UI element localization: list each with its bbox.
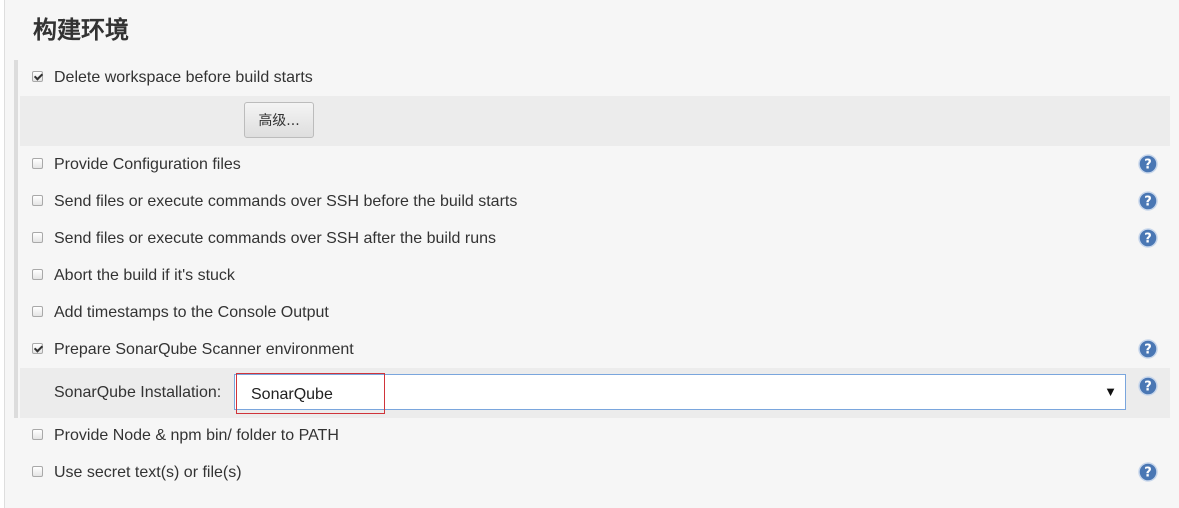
sonarqube-installation-select[interactable]: SonarQube ▼ (234, 374, 1126, 410)
option-delete-workspace[interactable]: Delete workspace before build starts (20, 60, 1170, 97)
checkbox[interactable] (32, 343, 43, 354)
svg-text:?: ? (1144, 343, 1152, 358)
option-label: Provide Node & npm bin/ folder to PATH (54, 427, 339, 444)
svg-text:?: ? (1144, 466, 1152, 481)
checkbox[interactable] (32, 429, 43, 440)
checkbox[interactable] (32, 195, 43, 206)
advanced-button[interactable]: 高级... (244, 102, 314, 138)
option-label: Send files or execute commands over SSH … (54, 193, 518, 210)
checkbox[interactable] (32, 71, 43, 82)
checkbox[interactable] (32, 158, 43, 169)
option-prepare-sonarqube[interactable]: Prepare SonarQube Scanner environment ? (20, 332, 1170, 369)
svg-text:?: ? (1144, 232, 1152, 247)
help-icon[interactable]: ? (1138, 376, 1158, 396)
sonarqube-installation-label: SonarQube Installation: (54, 384, 222, 401)
section-body-bar (14, 60, 18, 418)
help-icon[interactable]: ? (1138, 154, 1158, 174)
help-icon[interactable]: ? (1138, 228, 1158, 248)
checkbox[interactable] (32, 232, 43, 243)
chevron-down-icon[interactable]: ▼ (1104, 384, 1117, 399)
svg-text:?: ? (1144, 380, 1152, 395)
help-icon[interactable]: ? (1138, 462, 1158, 482)
sonarqube-installation-row: SonarQube Installation: SonarQube ▼ ? (20, 368, 1170, 418)
svg-text:?: ? (1144, 195, 1152, 210)
option-provide-node-npm[interactable]: Provide Node & npm bin/ folder to PATH (20, 418, 1170, 455)
option-abort-if-stuck[interactable]: Abort the build if it's stuck (20, 258, 1170, 295)
option-label: Provide Configuration files (54, 156, 241, 173)
option-label: Prepare SonarQube Scanner environment (54, 341, 354, 358)
advanced-row: 高级... (20, 96, 1170, 146)
help-icon[interactable]: ? (1138, 191, 1158, 211)
checkbox[interactable] (32, 306, 43, 317)
svg-text:?: ? (1144, 158, 1152, 173)
select-value: SonarQube (251, 386, 333, 403)
option-label: Send files or execute commands over SSH … (54, 230, 496, 247)
section-title: 构建环境 (33, 16, 129, 44)
option-add-timestamps[interactable]: Add timestamps to the Console Output (20, 295, 1170, 332)
option-ssh-after-build[interactable]: Send files or execute commands over SSH … (20, 221, 1170, 258)
option-ssh-before-build[interactable]: Send files or execute commands over SSH … (20, 184, 1170, 221)
checkbox[interactable] (32, 466, 43, 477)
option-label: Add timestamps to the Console Output (54, 304, 329, 321)
option-label: Abort the build if it's stuck (54, 267, 235, 284)
option-use-secret-text[interactable]: Use secret text(s) or file(s) ? (20, 455, 1170, 492)
help-icon[interactable]: ? (1138, 339, 1158, 359)
option-provide-config-files[interactable]: Provide Configuration files ? (20, 147, 1170, 184)
option-label: Use secret text(s) or file(s) (54, 464, 242, 481)
checkbox[interactable] (32, 269, 43, 280)
option-label: Delete workspace before build starts (54, 69, 313, 86)
